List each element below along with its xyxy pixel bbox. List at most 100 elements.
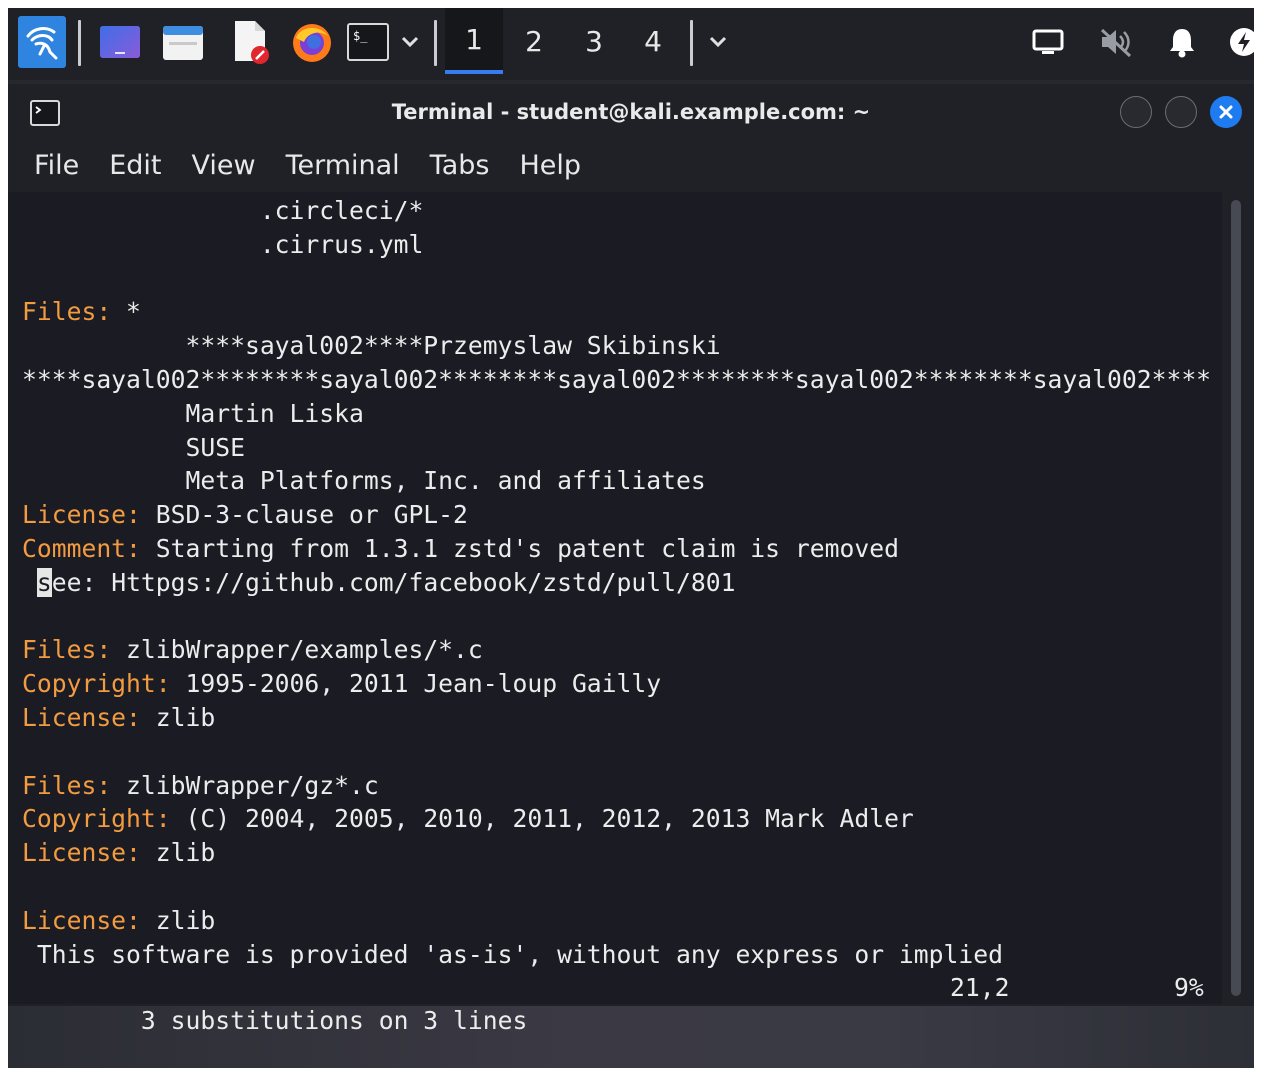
panel-separator <box>434 20 437 66</box>
menu-tabs[interactable]: Tabs <box>430 150 490 181</box>
launcher-dropdown[interactable] <box>398 30 422 54</box>
field-key: License: <box>22 500 141 530</box>
line-text: Martin Liska <box>185 398 364 428</box>
field-key: Files: <box>22 770 112 800</box>
terminal-line: ****sayal002********sayal002********saya… <box>22 363 1211 396</box>
field-key: Files: <box>22 297 112 327</box>
terminal-line: ****sayal002****Przemyslaw Skibinski <box>22 329 721 362</box>
line-text: zlib <box>140 703 216 732</box>
window-titlebar[interactable]: Terminal - student@kali.example.com: ~ <box>8 84 1254 134</box>
display-icon <box>1032 29 1064 54</box>
text-editor-launcher[interactable] <box>226 18 272 66</box>
terminal-line: Files: * <box>22 295 141 328</box>
kali-dragon-icon <box>26 27 58 60</box>
terminal-line: License: zlib <box>22 701 215 734</box>
desktop-icon <box>100 26 140 58</box>
line-text: ****sayal002********sayal002********saya… <box>22 365 1212 394</box>
window-title: Terminal - student@kali.example.com: ~ <box>391 100 871 124</box>
menu-edit[interactable]: Edit <box>109 150 161 181</box>
terminal-line: License: zlib <box>22 836 215 869</box>
text-cursor: s <box>36 567 52 597</box>
desktop-screen: $_ 1 2 3 4 Terminal - student@kali.examp… <box>8 8 1254 1068</box>
file-manager-icon <box>163 26 203 60</box>
terminal-launcher[interactable]: $_ <box>346 22 390 62</box>
kali-menu-button[interactable] <box>18 16 66 68</box>
workspace-3[interactable]: 3 <box>565 8 623 74</box>
workspace-1[interactable]: 1 <box>445 8 503 74</box>
line-text: * <box>111 297 141 327</box>
terminal-line: Files: zlibWrapper/gz*.c <box>22 769 379 802</box>
terminal-output[interactable]: 3 substitutions on 3 lines 21,2 9% .circ… <box>8 192 1222 1035</box>
volume-button[interactable] <box>1096 24 1136 60</box>
field-key: Copyright: <box>22 804 171 834</box>
field-key: License: <box>22 703 141 732</box>
terminal-icon: $_ <box>347 23 389 61</box>
terminal-line: Martin Liska <box>22 397 364 430</box>
terminal-scrollbar[interactable] <box>1224 192 1254 1004</box>
field-key: Files: <box>22 635 112 665</box>
terminal-line: .circleci/* <box>22 194 424 227</box>
status-message: 3 substitutions on 3 lines <box>140 1006 528 1036</box>
line-text: (C) 2004, 2005, 2010, 2011, 2012, 2013 M… <box>170 804 914 834</box>
line-text: ****sayal002****Przemyslaw Skibinski <box>185 331 721 361</box>
terminal-window: Terminal - student@kali.example.com: ~ F… <box>8 84 1254 1035</box>
scroll-percent: 9% <box>1174 973 1204 1003</box>
line-text: zlib <box>140 905 216 935</box>
terminal-line: .cirrus.yml <box>22 228 424 261</box>
line-text: Starting from 1.3.1 zstd's patent claim … <box>140 534 899 563</box>
workspace-label: 1 <box>465 22 483 56</box>
scrollbar-thumb[interactable] <box>1231 200 1241 996</box>
field-key: License: <box>22 838 141 868</box>
notifications-button[interactable] <box>1164 24 1200 60</box>
firefox-launcher[interactable] <box>288 18 336 66</box>
line-text: This software is provided 'as-is', witho… <box>36 939 1003 969</box>
notification-bell-icon <box>1170 29 1194 58</box>
workspace-2[interactable]: 2 <box>505 8 563 74</box>
line-text: BSD-3-clause or GPL-2 <box>140 500 468 530</box>
vim-status-line: 3 substitutions on 3 lines <box>22 971 527 1068</box>
desktop-launcher[interactable] <box>98 22 142 62</box>
volume-muted-icon <box>1100 28 1132 58</box>
panel-separator <box>78 20 81 66</box>
line-text: Meta Platforms, Inc. and affiliates <box>185 466 706 496</box>
terminal-line: Files: zlibWrapper/examples/*.c <box>22 633 483 666</box>
workspace-4[interactable]: 4 <box>624 8 682 74</box>
minimize-button[interactable] <box>1120 96 1152 128</box>
line-text: .cirrus.yml <box>170 229 424 259</box>
close-icon <box>1219 105 1233 119</box>
svg-text:$_: $_ <box>353 29 368 43</box>
chevron-down-icon <box>401 36 419 48</box>
cursor-position: 21,2 <box>950 973 1010 1003</box>
close-button[interactable] <box>1210 96 1242 128</box>
menu-view[interactable]: View <box>191 150 255 181</box>
power-icon <box>1230 28 1254 56</box>
terminal-line: Copyright: (C) 2004, 2005, 2010, 2011, 2… <box>22 802 914 835</box>
menu-terminal[interactable]: Terminal <box>286 150 400 181</box>
menu-help[interactable]: Help <box>519 150 581 181</box>
menu-file[interactable]: File <box>34 150 79 181</box>
line-text: zlib <box>140 838 216 868</box>
maximize-button[interactable] <box>1165 96 1197 128</box>
terminal-line: Meta Platforms, Inc. and affiliates <box>22 464 706 497</box>
firefox-icon <box>293 24 331 62</box>
line-text: zlibWrapper/gz*.c <box>111 770 379 800</box>
display-button[interactable] <box>1030 26 1066 58</box>
power-button[interactable] <box>1226 24 1254 60</box>
field-key: License: <box>22 905 141 935</box>
text-editor-icon <box>235 21 269 64</box>
top-panel: $_ 1 2 3 4 <box>8 8 1254 80</box>
window-list-dropdown[interactable] <box>706 30 730 54</box>
terminal-line: This software is provided 'as-is', witho… <box>22 938 1003 971</box>
terminal-line: see: Httpgs://github.com/facebook/zstd/p… <box>22 566 735 599</box>
file-manager-launcher[interactable] <box>160 20 206 64</box>
line-text: .circleci/* <box>170 196 424 225</box>
terminal-line: License: BSD-3-clause or GPL-2 <box>22 498 468 531</box>
menu-bar: File Edit View Terminal Tabs Help <box>8 140 1254 190</box>
